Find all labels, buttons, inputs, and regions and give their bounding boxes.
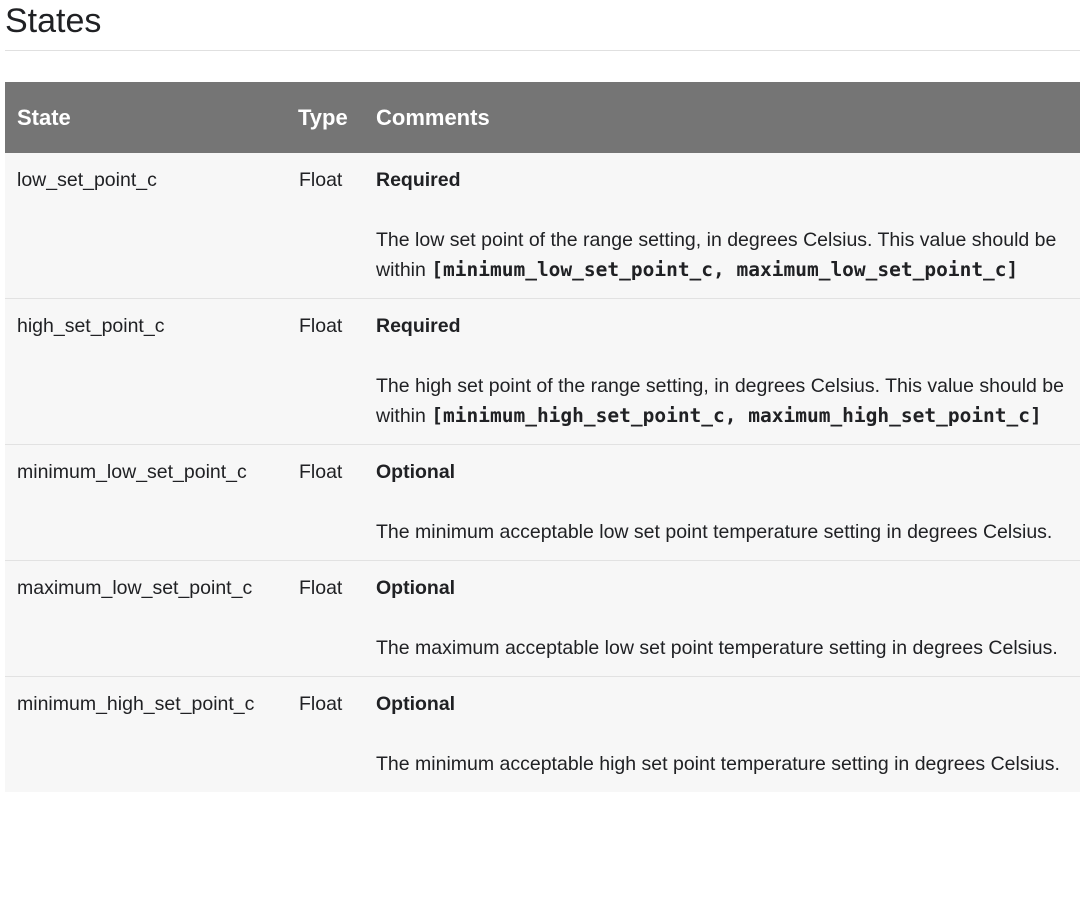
page-title: States: [5, 2, 102, 40]
column-header-comments: Comments: [364, 82, 1080, 153]
requirement-label: Optional: [376, 693, 456, 715]
requirement-label: Optional: [376, 577, 456, 599]
comments-cell: Optional The minimum acceptable high set…: [364, 676, 1080, 792]
description-text: The maximum acceptable low set point tem…: [376, 637, 1058, 659]
states-table: State Type Comments low_set_point_c Floa…: [5, 82, 1080, 792]
description-text: The high set point of the range setting,…: [376, 371, 1080, 431]
requirement-label: Required: [376, 169, 461, 191]
table-row: minimum_high_set_point_c Float Optional …: [5, 676, 1080, 792]
comments-cell: Required The low set point of the range …: [364, 153, 1080, 299]
requirement-label: Required: [376, 315, 461, 337]
state-name-cell: low_set_point_c: [5, 153, 286, 299]
type-cell: Float: [286, 444, 364, 561]
comments-cell: Optional The minimum acceptable low set …: [364, 444, 1080, 561]
type-cell: Float: [286, 676, 364, 792]
table-row: low_set_point_c Float Required The low s…: [5, 153, 1080, 299]
value-range-code: [minimum_low_set_point_c, maximum_low_se…: [431, 258, 1019, 281]
type-cell: Float: [286, 153, 364, 299]
state-name-cell: minimum_high_set_point_c: [5, 676, 286, 792]
description-text: The low set point of the range setting, …: [376, 225, 1080, 285]
state-name-cell: minimum_low_set_point_c: [5, 444, 286, 561]
table-row: minimum_low_set_point_c Float Optional T…: [5, 444, 1080, 561]
title-divider: [5, 50, 1080, 51]
comments-cell: Required The high set point of the range…: [364, 298, 1080, 445]
description-text: The minimum acceptable high set point te…: [376, 753, 1060, 775]
table-row: maximum_low_set_point_c Float Optional T…: [5, 560, 1080, 677]
comments-cell: Optional The maximum acceptable low set …: [364, 560, 1080, 677]
table-header-row: State Type Comments: [5, 82, 1080, 153]
value-range-code: [minimum_high_set_point_c, maximum_high_…: [431, 404, 1042, 427]
state-name-cell: maximum_low_set_point_c: [5, 560, 286, 677]
type-cell: Float: [286, 560, 364, 677]
table-row: high_set_point_c Float Required The high…: [5, 298, 1080, 445]
description-text: The minimum acceptable low set point tem…: [376, 521, 1053, 543]
column-header-type: Type: [286, 82, 364, 153]
type-cell: Float: [286, 298, 364, 445]
requirement-label: Optional: [376, 461, 456, 483]
column-header-state: State: [5, 82, 286, 153]
state-name-cell: high_set_point_c: [5, 298, 286, 445]
